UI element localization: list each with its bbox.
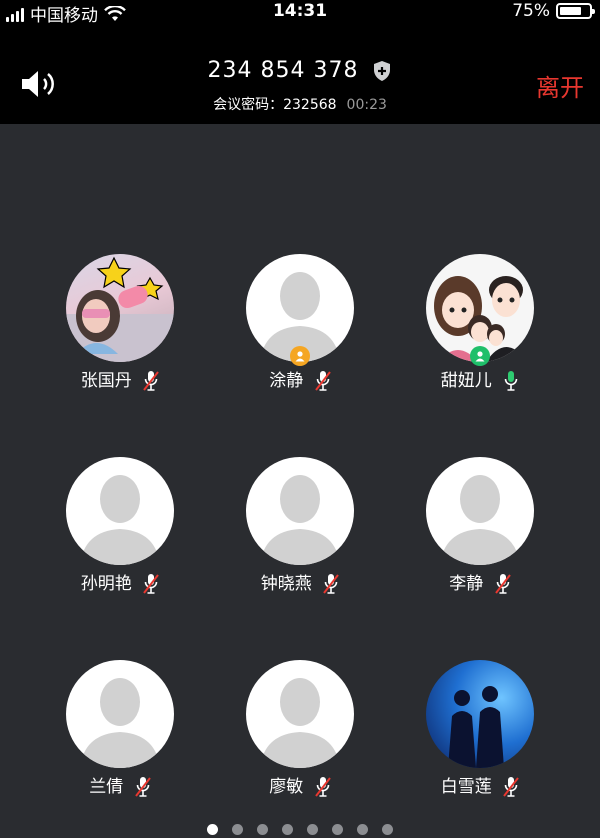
status-time: 14:31: [272, 1, 328, 21]
participant-name-row: 白雪莲: [380, 772, 580, 798]
default-avatar: [426, 457, 534, 565]
battery-fill: [560, 7, 581, 15]
participant-tile[interactable]: 廖敏: [200, 660, 400, 800]
participant-tile[interactable]: 涂静: [200, 254, 400, 394]
page-dot[interactable]: [307, 824, 318, 835]
meeting-header: 234 854 378 会议密码：232568 00:23 离开: [0, 24, 600, 124]
page-indicator[interactable]: [0, 824, 600, 835]
participant-name: 李静: [449, 574, 484, 594]
shield-icon: [374, 61, 391, 81]
status-right: 75%: [512, 1, 595, 21]
participant-name-row: 甜妞儿: [380, 366, 580, 392]
mic-muted-icon: [134, 777, 151, 797]
participant-tile[interactable]: 张国丹: [20, 254, 220, 394]
mic-muted-icon: [314, 371, 331, 391]
participant-tile[interactable]: 甜妞儿: [380, 254, 580, 394]
participant-name-row: 涂静: [200, 366, 400, 392]
host-badge: [290, 346, 310, 366]
cohost-badge: [470, 346, 490, 366]
meeting-id: 234 854 378: [207, 58, 359, 83]
participant-name: 白雪莲: [440, 777, 492, 797]
participant-tile[interactable]: 李静: [380, 457, 580, 597]
participant-name: 涂静: [269, 371, 304, 391]
default-avatar: [66, 457, 174, 565]
participant-tile[interactable]: 白雪莲: [380, 660, 580, 800]
password-value: 232568: [283, 97, 337, 113]
participant-name-row: 李静: [380, 569, 580, 595]
battery-icon: [556, 3, 595, 19]
participant-tile[interactable]: 孙明艳: [20, 457, 220, 597]
mic-muted-icon: [143, 574, 159, 594]
photo-avatar: [66, 254, 174, 362]
leave-button[interactable]: 离开: [536, 68, 584, 103]
mic-active-icon: [504, 371, 518, 391]
page-dot[interactable]: [257, 824, 268, 835]
default-avatar: [246, 457, 354, 565]
mic-muted-icon: [503, 777, 519, 797]
blue-photo-avatar: [426, 660, 534, 768]
participant-name-row: 兰倩: [20, 772, 220, 798]
mic-muted-icon: [143, 371, 159, 391]
battery-percent: 75%: [512, 1, 550, 21]
participant-name: 廖敏: [269, 777, 304, 797]
participant-name: 兰倩: [89, 777, 124, 797]
password-label: 会议密码：: [213, 97, 284, 113]
participant-name: 张国丹: [80, 371, 132, 391]
page-dot[interactable]: [357, 824, 368, 835]
page-dot[interactable]: [232, 824, 243, 835]
call-duration: 00:23: [346, 97, 387, 113]
default-avatar: [246, 660, 354, 768]
status-bar: 中国移动 14:31 75%: [0, 0, 600, 26]
participant-name-row: 廖敏: [200, 772, 400, 798]
participant-tile[interactable]: 钟晓燕: [200, 457, 400, 597]
mic-muted-icon: [494, 574, 511, 594]
page-dot[interactable]: [332, 824, 343, 835]
participant-tile[interactable]: 兰倩: [20, 660, 220, 800]
participant-name-row: 张国丹: [20, 366, 220, 392]
participant-name: 孙明艳: [80, 574, 132, 594]
participant-name: 钟晓燕: [260, 574, 312, 594]
participant-name-row: 钟晓燕: [200, 569, 400, 595]
page-dot[interactable]: [382, 824, 393, 835]
participant-name-row: 孙明艳: [20, 569, 220, 595]
participant-name: 甜妞儿: [440, 371, 492, 391]
page-dot[interactable]: [282, 824, 293, 835]
page-dot[interactable]: [207, 824, 218, 835]
mic-muted-icon: [323, 574, 339, 594]
password-row: 会议密码：232568 00:23: [0, 94, 600, 114]
meeting-id-row: 234 854 378: [0, 58, 600, 83]
default-avatar: [66, 660, 174, 768]
mic-muted-icon: [314, 777, 331, 797]
